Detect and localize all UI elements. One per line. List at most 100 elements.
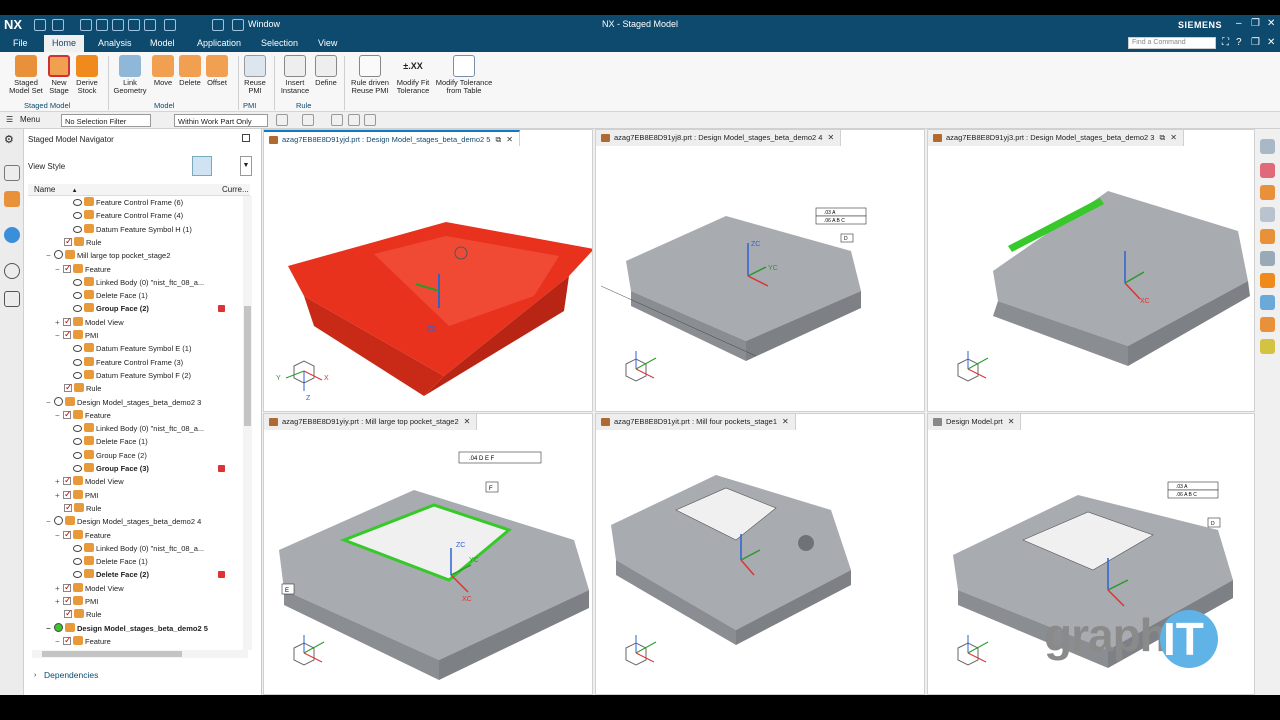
visibility-eye-icon[interactable]: [73, 305, 82, 313]
scrollbar-thumb[interactable]: [42, 651, 182, 657]
command-search-input[interactable]: Find a Command: [1128, 37, 1216, 49]
define-button[interactable]: Define: [312, 55, 340, 87]
tab-design-model[interactable]: Design Model.prt ✕: [928, 414, 1022, 430]
fullscreen-icon[interactable]: ⛶: [1222, 37, 1229, 48]
tree-row[interactable]: Feature Control Frame (3): [28, 356, 183, 369]
link-geometry-button[interactable]: Link Geometry: [112, 55, 148, 95]
web-browser-icon[interactable]: [4, 227, 20, 243]
filter-icon[interactable]: [331, 114, 343, 126]
stage-radio[interactable]: [54, 250, 63, 260]
visibility-eye-icon[interactable]: [73, 292, 82, 300]
tree-row[interactable]: Linked Body (0) "nist_ftc_08_a...: [28, 542, 204, 555]
staged-model-set-button[interactable]: Staged Model Set: [8, 55, 44, 95]
tree-row[interactable]: + Model View: [28, 474, 124, 488]
column-current-header[interactable]: Curre...: [218, 184, 250, 196]
tree-row[interactable]: Delete Face (1): [28, 555, 148, 568]
viewport-stage2[interactable]: azag7EB8E8D91yiy.prt : Mill large top po…: [263, 413, 593, 695]
tree-row[interactable]: + Model View: [28, 315, 124, 329]
light-icon[interactable]: [1260, 339, 1275, 354]
tree-row[interactable]: Linked Body (0) "nist_ftc_08_a...: [28, 422, 204, 435]
maximize-icon[interactable]: ❐: [1251, 18, 1260, 29]
popout-icon[interactable]: ⧉: [495, 135, 501, 144]
tree-row[interactable]: + Model View: [28, 581, 124, 595]
close-tab-icon[interactable]: ✕: [1170, 133, 1177, 142]
visibility-checkbox[interactable]: [63, 594, 72, 607]
model-graphics-stage3[interactable]: XC: [928, 146, 1254, 412]
tree-horizontal-scrollbar[interactable]: [32, 650, 248, 658]
tab-stage4[interactable]: azag7EB8E8D91yj8.prt : Design Model_stag…: [596, 130, 842, 146]
column-name-header[interactable]: Name ▲: [28, 184, 218, 196]
new-stage-button[interactable]: New Stage: [44, 55, 74, 95]
visibility-eye-icon[interactable]: [73, 425, 82, 433]
move-button[interactable]: Move: [150, 55, 176, 87]
tree-row[interactable]: − Mill large top pocket_stage2: [28, 249, 170, 262]
visibility-eye-icon[interactable]: [73, 451, 82, 459]
select-icon[interactable]: [302, 114, 314, 126]
popout-icon[interactable]: ⧉: [1159, 133, 1165, 142]
menu-application[interactable]: Application: [197, 38, 241, 48]
close-tab-icon[interactable]: ✕: [1008, 417, 1015, 426]
tree-vertical-scrollbar[interactable]: [243, 196, 252, 650]
tree-row[interactable]: − PMI: [28, 328, 98, 342]
expand-icon[interactable]: +: [55, 475, 63, 488]
tree-row[interactable]: + PMI: [28, 488, 98, 502]
visibility-checkbox[interactable]: [64, 381, 73, 394]
tree-row[interactable]: Rule: [28, 501, 101, 515]
visibility-checkbox[interactable]: [63, 262, 72, 275]
tree-row[interactable]: Group Face (3): [28, 462, 225, 475]
orient-view-icon[interactable]: [1260, 207, 1275, 222]
tab-stage5[interactable]: azag7EB8E8D91yjd.prt : Design Model_stag…: [264, 130, 520, 146]
expand-icon[interactable]: +: [55, 489, 63, 502]
tree-row[interactable]: Delete Face (2): [28, 568, 225, 581]
history-icon[interactable]: [4, 263, 20, 279]
menu-file[interactable]: File: [13, 38, 28, 48]
snap-icon[interactable]: [276, 114, 288, 126]
model-graphics-stage2[interactable]: ZC YC XC .04 D E F F E: [264, 430, 592, 696]
tree-row[interactable]: − Feature: [28, 408, 111, 422]
expand-icon[interactable]: +: [55, 582, 63, 595]
insert-instance-button[interactable]: Insert Instance: [280, 55, 310, 95]
viewport-stage4[interactable]: azag7EB8E8D91yj8.prt : Design Model_stag…: [595, 129, 925, 412]
tree-row[interactable]: Group Face (2): [28, 302, 225, 315]
settings-icon[interactable]: ⚙: [4, 133, 20, 149]
collapse-icon[interactable]: −: [46, 249, 54, 262]
tree-row[interactable]: Delete Face (1): [28, 289, 148, 302]
reuse-pmi-button[interactable]: Reuse PMI: [242, 55, 268, 95]
collapse-icon[interactable]: −: [55, 409, 63, 422]
delete-button[interactable]: Delete: [177, 55, 203, 87]
selection-scope-dropdown[interactable]: Within Work Part Only: [174, 114, 268, 127]
visibility-eye-icon[interactable]: [73, 212, 82, 220]
part-icon[interactable]: [348, 114, 360, 126]
visibility-eye-icon[interactable]: [73, 544, 82, 552]
modify-tolerance-table-button[interactable]: Modify Tolerance from Table: [434, 55, 494, 95]
tree-row[interactable]: − Design Model_stages_beta_demo2 5: [28, 622, 208, 635]
tree-row[interactable]: Group Face (2): [28, 449, 147, 462]
render-style-icon[interactable]: [1260, 163, 1275, 178]
selection-filter-dropdown[interactable]: No Selection Filter: [61, 114, 151, 127]
list-view-style-icon[interactable]: [216, 156, 236, 176]
visibility-eye-icon[interactable]: [73, 558, 82, 566]
shaded-icon[interactable]: [1260, 185, 1275, 200]
tree-row[interactable]: − Feature: [28, 528, 111, 542]
clip-icon[interactable]: [1260, 251, 1275, 266]
dependencies-panel[interactable]: Dependencies: [44, 670, 98, 680]
close-icon[interactable]: ✕: [1267, 18, 1275, 29]
stage-radio[interactable]: [54, 396, 63, 406]
tree-row[interactable]: Rule: [28, 235, 101, 249]
staged-model-navigator-icon[interactable]: [4, 191, 20, 207]
tree-row[interactable]: Rule: [28, 381, 101, 395]
tree-row[interactable]: + PMI: [28, 594, 98, 608]
color-icon[interactable]: [1260, 317, 1275, 332]
tab-stage2[interactable]: azag7EB8E8D91yiy.prt : Mill large top po…: [264, 414, 478, 430]
stage-radio[interactable]: [54, 516, 63, 526]
layers-icon[interactable]: [1260, 295, 1275, 310]
menu-home[interactable]: Home: [44, 35, 85, 52]
visibility-eye-icon[interactable]: [73, 438, 82, 446]
collapse-icon[interactable]: −: [55, 263, 63, 276]
stage-view-icon[interactable]: [1260, 229, 1275, 244]
part-navigator-icon[interactable]: [4, 165, 20, 181]
visibility-checkbox[interactable]: [64, 235, 73, 248]
visibility-checkbox[interactable]: [63, 528, 72, 541]
collapse-icon[interactable]: −: [46, 396, 54, 409]
model-graphics-stage1[interactable]: [596, 430, 924, 696]
